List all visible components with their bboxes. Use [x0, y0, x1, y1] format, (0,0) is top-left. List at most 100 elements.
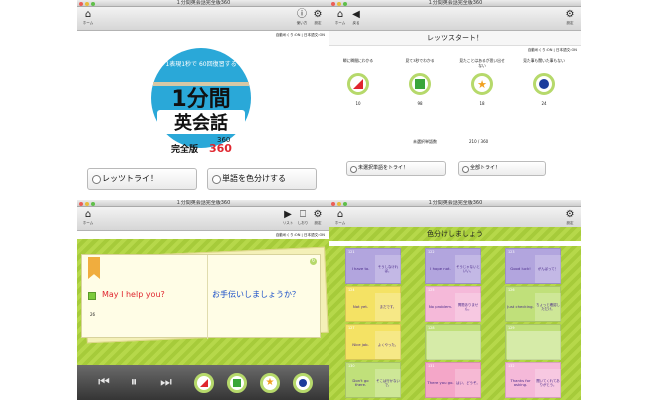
category-button[interactable]: ★	[471, 73, 493, 95]
bookmark-button[interactable]: ⎕ しおり	[296, 209, 310, 226]
green-square-icon	[88, 292, 96, 300]
settings-button[interactable]: ⚙ 設定	[563, 9, 577, 26]
home-button[interactable]: ⌂ ホーム	[81, 209, 95, 226]
status-text: 自動めくり:ON | 日本語文:ON	[275, 233, 325, 237]
cell-english: Just checking.	[507, 303, 534, 309]
cell-japanese: そうじゃないといい。	[455, 255, 481, 283]
word-cell[interactable]: 126 Just checking. ちょっと確認しただけ。	[505, 286, 561, 322]
home-button[interactable]: ⌂ ホーム	[81, 9, 95, 26]
unselected-value: 210 / 360	[469, 139, 489, 144]
traffic-lights[interactable]	[79, 1, 95, 6]
refresh-icon[interactable]: ↻	[310, 258, 317, 265]
try-button[interactable]: レッツトライ！	[87, 168, 197, 190]
category-button[interactable]	[409, 73, 431, 95]
card-divider	[207, 255, 208, 339]
mark-triangle-button[interactable]	[194, 373, 214, 393]
cell-english: There you go.	[427, 379, 454, 385]
logo-main-text: 1分間	[171, 87, 230, 112]
window-title: １分間英会話完全版360	[427, 0, 483, 6]
word-cell[interactable]: 130 Don't go there. そこは行かないで。	[345, 362, 401, 398]
square-icon	[233, 379, 241, 387]
page-title: 色分けしましょう	[329, 227, 581, 241]
title-bar: １分間英会話完全版360	[329, 200, 581, 207]
traffic-lights[interactable]	[79, 201, 95, 206]
flashcard-screen: １分間英会話完全版360 ⌂ ホーム ▶ リスト ⎕ しおり ⚙ 設定 自動めく…	[77, 200, 329, 400]
category-button[interactable]	[347, 73, 369, 95]
word-cell[interactable]: 122 I hope not. そうじゃないといい。	[425, 248, 481, 284]
cell-number: 122	[428, 250, 435, 254]
cell-number: 129	[508, 326, 515, 330]
try-unselected-button[interactable]: 未選択単語をトライ！	[346, 161, 446, 176]
cell-number: 123	[508, 250, 515, 254]
settings-button[interactable]: ⚙ 設定	[563, 209, 577, 226]
cell-english: Not yet.	[352, 303, 369, 309]
status-text: 自動めくり:ON | 日本語文:ON	[275, 33, 325, 37]
previous-button[interactable]: ⏮	[95, 374, 113, 392]
mark-star-button[interactable]: ★	[260, 373, 280, 393]
gear-icon: ⚙	[565, 9, 575, 20]
star-icon: ★	[477, 77, 487, 91]
home-screen: １分間英会話完全版360 ⌂ ホーム ⓘ 使い方 ⚙ 設定 自動めくり:ON |…	[77, 0, 329, 200]
category-instant[interactable]: 瞬に瞬間にわかる 10	[335, 58, 381, 106]
gear-icon: ⚙	[313, 209, 323, 220]
word-cell[interactable]: 129	[505, 324, 561, 360]
help-button[interactable]: ⓘ 使い方	[295, 9, 309, 26]
list-icon: ▶	[284, 209, 292, 220]
cell-number: 132	[508, 364, 515, 368]
try-all-button[interactable]: 全部トライ！	[458, 161, 546, 176]
home-button[interactable]: ⌂ ホーム	[333, 209, 347, 226]
cell-japanese: そうしなければ。	[375, 255, 401, 283]
cell-japanese: そこは行かないで。	[375, 369, 401, 397]
title-bar: １分間英会話完全版360	[77, 200, 329, 207]
next-button[interactable]: ⏭	[157, 374, 175, 392]
app-logo: 1表現1秒で 60回復習する 1分間 英会話 360 完全版 360	[151, 48, 251, 154]
info-icon: ⓘ	[297, 9, 307, 20]
word-cell[interactable]: 121 I have to. そうしなければ。	[345, 248, 401, 284]
word-cell[interactable]: 125 No problem. 問題ありません。	[425, 286, 481, 322]
logo-pencil	[153, 82, 249, 86]
cell-english: Nice job.	[352, 341, 369, 347]
word-cell[interactable]: 127 Nice job. よくやった。	[345, 324, 401, 360]
square-icon	[415, 79, 425, 89]
category-button[interactable]	[533, 73, 555, 95]
traffic-lights[interactable]	[331, 1, 347, 6]
logo-edition-360: 360	[209, 142, 232, 154]
list-button[interactable]: ▶ リスト	[281, 209, 295, 226]
english-phrase: May I help you?	[102, 290, 165, 299]
home-icon: ⌂	[336, 9, 344, 20]
home-button[interactable]: ⌂ ホーム	[333, 9, 347, 26]
category-unknown[interactable]: 見た事も聞いた事もない 24	[521, 58, 567, 106]
unselected-label: 未選択単語数	[413, 139, 437, 144]
pause-button[interactable]: ⏸	[125, 374, 143, 392]
word-cell[interactable]: 124 Not yet. まだです。	[345, 286, 401, 322]
settings-button[interactable]: ⚙ 設定	[311, 9, 325, 26]
cell-japanese: ちょっと確認しただけ。	[535, 293, 561, 321]
cell-number: 127	[348, 326, 355, 330]
cell-number: 125	[428, 288, 435, 292]
word-cell[interactable]: 131 There you go. はい、どうぞ。	[425, 362, 481, 398]
mark-square-button[interactable]	[227, 373, 247, 393]
back-button[interactable]: ◀ 戻る	[349, 9, 363, 26]
cell-number: 121	[348, 250, 355, 254]
home-icon: ⌂	[336, 209, 344, 220]
sort-words-button[interactable]: 単語を色分けする	[207, 168, 317, 190]
category-seen[interactable]: 見たことはあるが思い出せない ★ 18	[459, 58, 505, 106]
flashcard[interactable]: May I help you? 26 お手伝いしましょうか？ ↻	[81, 254, 321, 339]
settings-button[interactable]: ⚙ 設定	[311, 209, 325, 226]
cell-english: I hope not.	[430, 265, 451, 271]
word-cell[interactable]: 132 Thanks for asking. 聞いてくれてありがとう。	[505, 362, 561, 398]
category-3sec[interactable]: 見て3秒でわかる 98	[397, 58, 443, 106]
cell-number: 124	[348, 288, 355, 292]
app-root: １分間英会話完全版360 ⌂ ホーム ⓘ 使い方 ⚙ 設定 自動めくり:ON |…	[0, 0, 658, 400]
cell-english: I have to.	[351, 265, 370, 271]
logo-sub-text: 英会話	[173, 112, 228, 134]
word-cell[interactable]: 123 Good luck! がんばって！	[505, 248, 561, 284]
traffic-lights[interactable]	[331, 201, 347, 206]
home-icon: ⌂	[84, 209, 92, 220]
cell-japanese: 問題ありません。	[455, 293, 481, 321]
cell-japanese: よくやった。	[375, 331, 401, 359]
word-cell[interactable]: 128	[425, 324, 481, 360]
circle-icon	[299, 379, 307, 387]
mark-circle-button[interactable]	[293, 373, 313, 393]
back-arrow-icon: ◀	[352, 9, 360, 20]
